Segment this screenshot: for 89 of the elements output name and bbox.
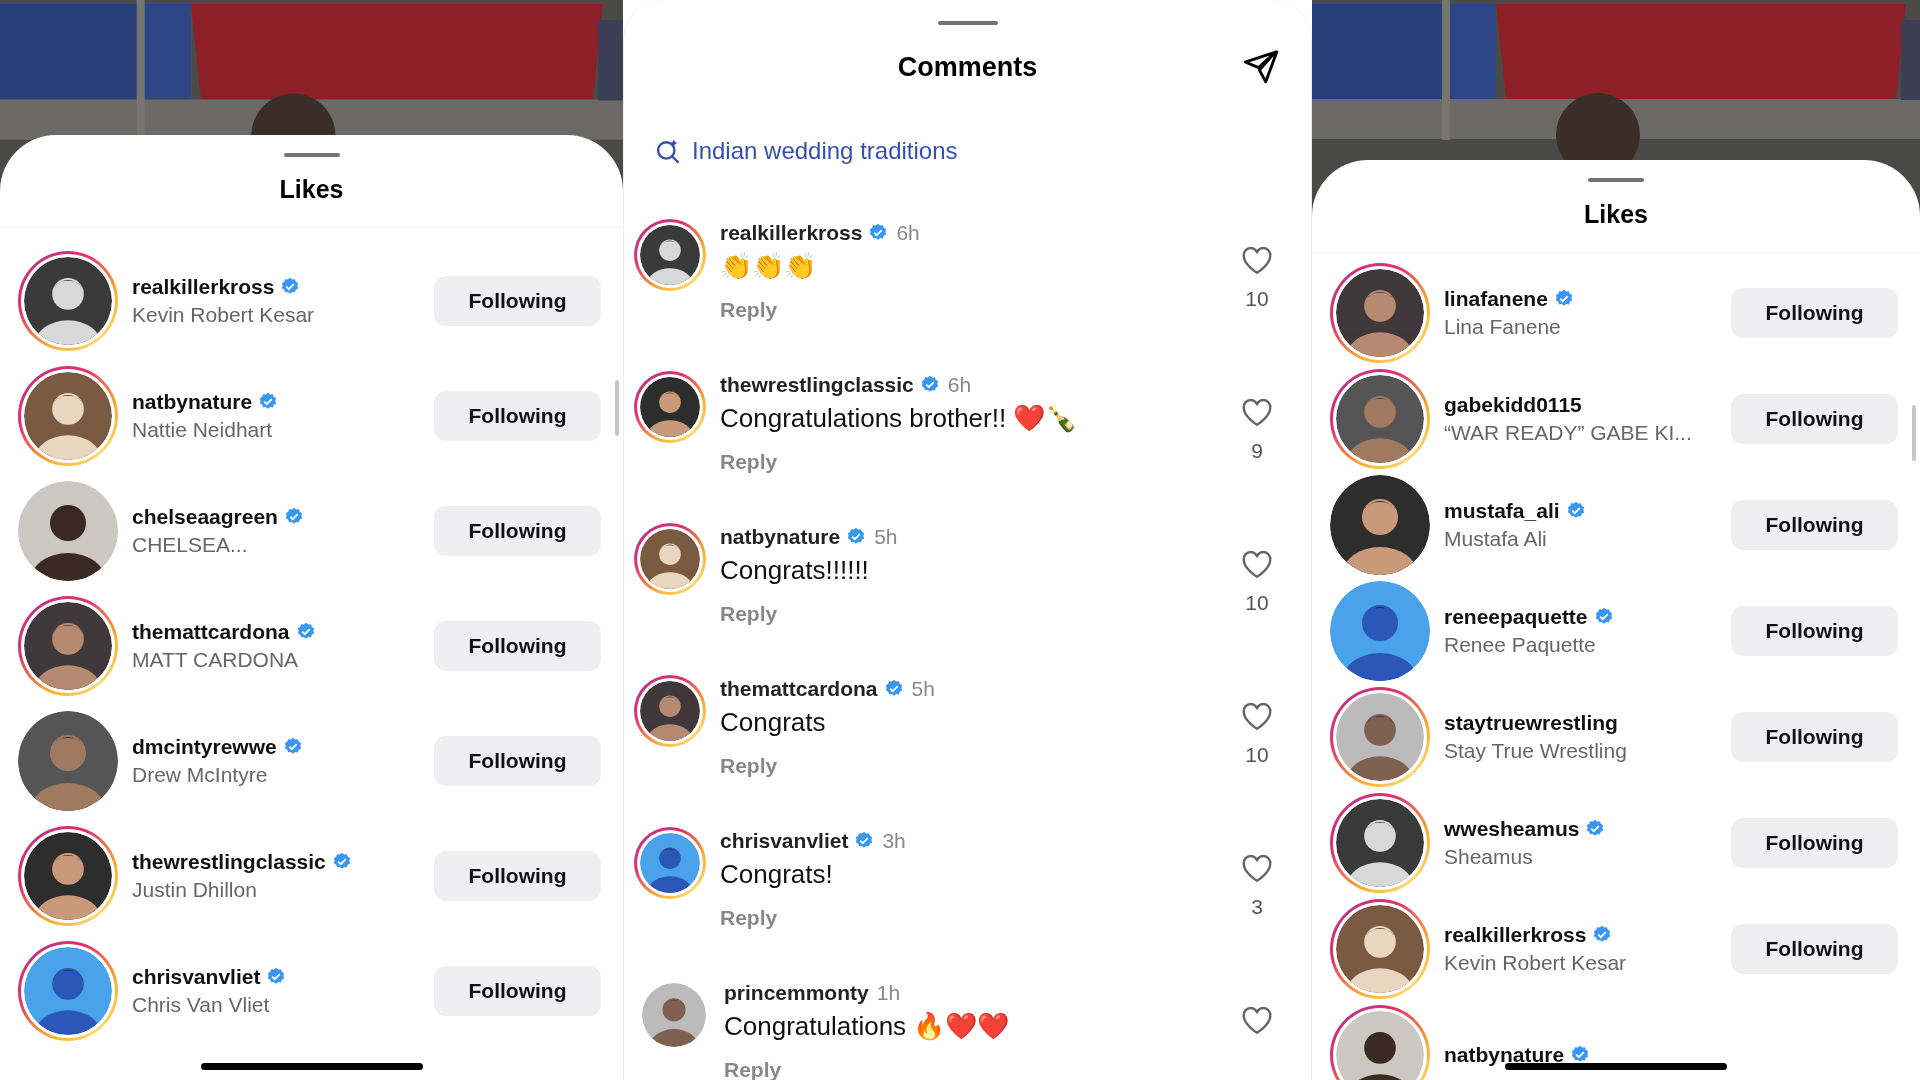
reply-link[interactable]: Reply	[720, 450, 1223, 474]
sheet-title: Likes	[279, 175, 344, 204]
username[interactable]: dmcintyrewwe	[132, 734, 277, 759]
full-name: Kevin Robert Kesar	[132, 302, 316, 327]
username[interactable]: reneepaquette	[1444, 605, 1588, 629]
timestamp: 1h	[876, 981, 901, 1005]
username[interactable]: gabekidd0115	[1444, 393, 1582, 417]
username[interactable]: natbynature	[720, 525, 841, 549]
username[interactable]: thewrestlingclassic	[132, 849, 326, 874]
send-icon[interactable]	[1241, 47, 1281, 85]
username[interactable]: themattcardona	[132, 619, 290, 644]
story-ring[interactable]	[1330, 1005, 1430, 1080]
following-button[interactable]: Following	[434, 965, 601, 1016]
comment-text: 👏👏👏	[720, 251, 817, 282]
timestamp: 6h	[947, 373, 972, 397]
username[interactable]: linafanene	[1444, 287, 1548, 311]
full-name: MATT CARDONA	[132, 647, 300, 672]
full-name: Kevin Robert Kesar	[1444, 951, 1628, 975]
username[interactable]: chrisvanvliet	[720, 829, 849, 853]
search-suggestion[interactable]: Indian wedding traditions	[692, 137, 958, 165]
scrollbar	[615, 380, 619, 436]
full-name: “WAR READY” GABE KI...	[1444, 421, 1693, 445]
full-name: Sheamus	[1444, 845, 1534, 869]
timestamp: 3h	[882, 829, 906, 853]
following-button[interactable]: Following	[1731, 500, 1898, 550]
heart-icon[interactable]	[1241, 701, 1273, 731]
following-button[interactable]: Following	[1731, 394, 1898, 444]
comment-text: Congrats	[720, 707, 827, 738]
following-button[interactable]: Following	[434, 390, 601, 441]
following-button[interactable]: Following	[1731, 818, 1898, 868]
like-count: 3	[1251, 895, 1263, 919]
following-button[interactable]: Following	[434, 850, 601, 901]
following-button[interactable]: Following	[434, 505, 601, 556]
following-button[interactable]: Following	[1731, 924, 1898, 974]
reply-link[interactable]: Reply	[720, 298, 1223, 322]
drag-handle[interactable]	[937, 21, 998, 25]
timestamp: 5h	[874, 525, 898, 549]
full-name: CHELSEA...	[132, 532, 249, 557]
like-count: 9	[1251, 439, 1263, 463]
username[interactable]: chelseaagreen	[132, 504, 278, 529]
following-button[interactable]: Following	[1731, 606, 1898, 656]
full-name: Lina Fanene	[1444, 315, 1562, 339]
comment-text: Congrats!!!!!!	[720, 555, 870, 586]
following-button[interactable]: Following	[434, 620, 601, 671]
scrollbar	[1912, 405, 1916, 461]
drag-handle[interactable]	[283, 153, 340, 157]
heart-icon[interactable]	[1241, 1005, 1273, 1035]
reply-link[interactable]: Reply	[720, 602, 1223, 626]
username[interactable]: realkillerkross	[132, 274, 275, 299]
timestamp: 5h	[911, 677, 935, 701]
comment-text: Congratulations brother!! ❤🍾	[720, 403, 1079, 434]
search-icon	[654, 137, 682, 165]
full-name: Justin Dhillon	[132, 877, 258, 902]
heart-icon[interactable]	[1241, 245, 1273, 275]
username[interactable]: thewrestlingclassic	[720, 373, 914, 397]
heart-icon[interactable]	[1241, 549, 1273, 579]
like-count: 10	[1245, 743, 1269, 767]
like-count: 10	[1245, 591, 1269, 615]
following-button[interactable]: Following	[434, 735, 601, 786]
username[interactable]: princemmonty	[724, 981, 869, 1005]
heart-icon[interactable]	[1241, 853, 1273, 883]
like-count: 10	[1245, 287, 1269, 311]
username[interactable]: staytruewrestling	[1444, 711, 1618, 735]
username[interactable]: realkillerkross	[720, 221, 863, 245]
comment-text: Congrats!	[720, 859, 834, 890]
username[interactable]: realkillerkross	[1444, 923, 1587, 947]
sheet-title: Likes	[1584, 200, 1648, 229]
full-name: Chris Van Vliet	[132, 992, 271, 1017]
username[interactable]: mustafa_ali	[1444, 499, 1560, 523]
sheet-title: Comments	[897, 51, 1038, 83]
reply-link[interactable]: Reply	[720, 906, 1223, 930]
following-button[interactable]: Following	[1731, 712, 1898, 762]
full-name: Mustafa Ali	[1444, 527, 1548, 551]
timestamp: 6h	[896, 221, 920, 245]
username[interactable]: chrisvanvliet	[132, 964, 261, 989]
full-name: Nattie Neidhart	[132, 417, 274, 442]
username[interactable]: natbynature	[1444, 1043, 1565, 1067]
reply-link[interactable]: Reply	[720, 754, 1223, 778]
full-name: Drew McIntyre	[132, 762, 269, 787]
username[interactable]: wwesheamus	[1444, 817, 1580, 841]
full-name: Renee Paquette	[1444, 633, 1597, 657]
full-name: Stay True Wrestling	[1444, 739, 1628, 763]
following-button[interactable]: Following	[1731, 288, 1898, 338]
username[interactable]: natbynature	[132, 389, 253, 414]
drag-handle[interactable]	[1588, 178, 1644, 182]
heart-icon[interactable]	[1241, 397, 1273, 427]
username[interactable]: themattcardona	[720, 677, 878, 701]
comment-text: Congratulations 🔥❤❤	[724, 1011, 1011, 1042]
following-button[interactable]: Following	[434, 275, 601, 326]
